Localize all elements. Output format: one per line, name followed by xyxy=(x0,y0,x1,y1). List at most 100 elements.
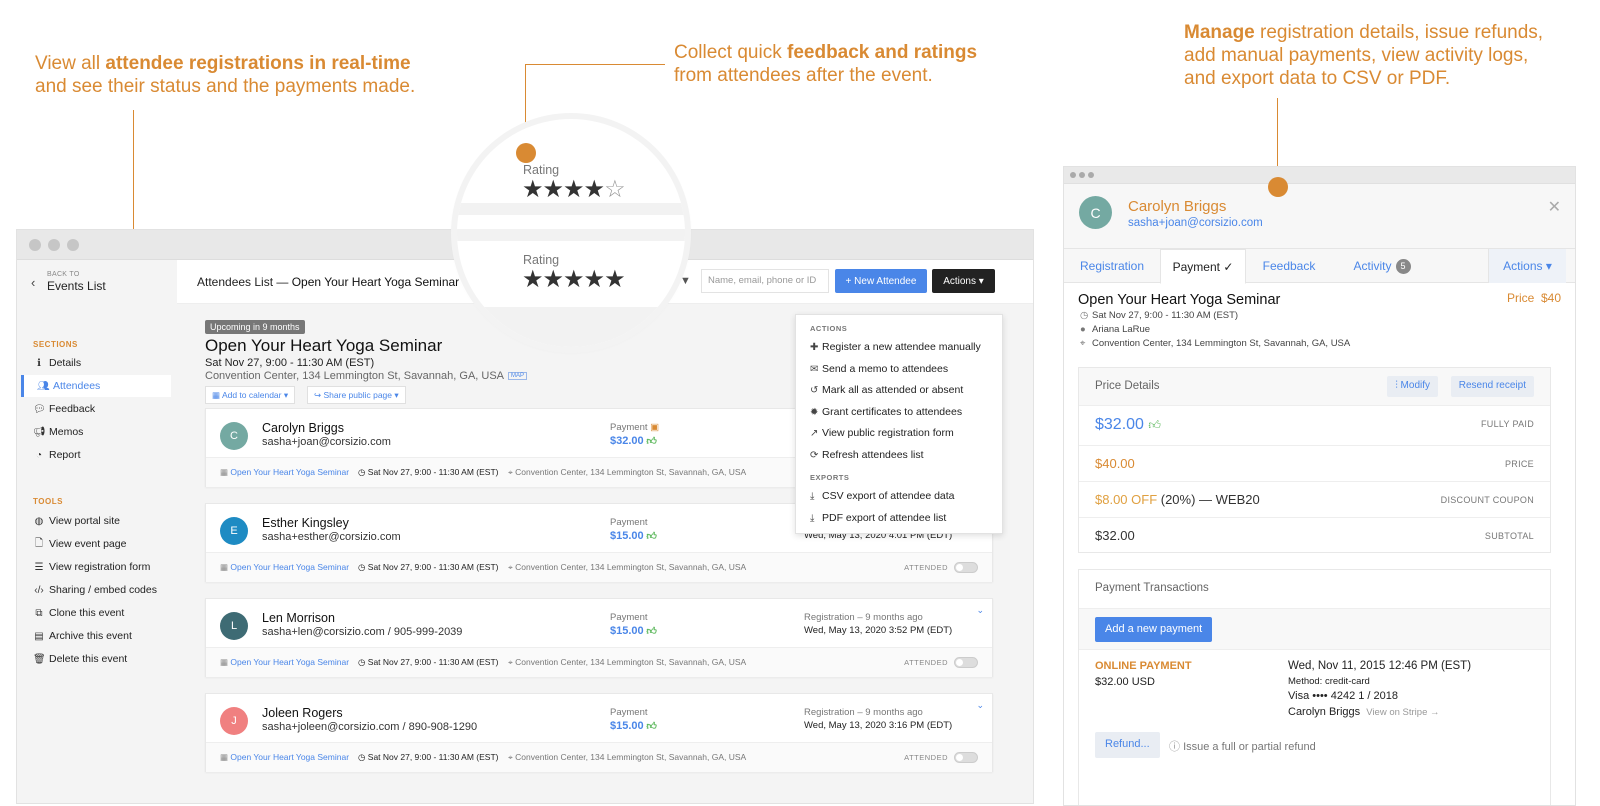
sidebar-item-attendees[interactable]: 👥︎ Attendees xyxy=(21,375,171,397)
footer-event-link[interactable]: ▦ Open Your Heart Yoga Seminar xyxy=(220,752,349,763)
window-dot xyxy=(29,239,41,251)
card-footer: ▦ Open Your Heart Yoga Seminar ◷ Sat Nov … xyxy=(206,647,992,677)
sidebar-item-label: Memos xyxy=(49,426,84,438)
chevron-down-icon[interactable]: ⌄ xyxy=(976,605,984,616)
add-payment-button[interactable]: Add a new payment xyxy=(1095,617,1213,642)
dropdown-item[interactable]: ✚ Register a new attendee manually xyxy=(810,341,981,353)
calendar-icon: ▦ xyxy=(220,467,231,477)
sidebar-tool-item[interactable]: ☰ View registration form xyxy=(33,556,183,578)
sidebar-item-feedback[interactable]: 💬︎ Feedback xyxy=(33,398,183,420)
sidebar-item-details[interactable]: ℹ Details xyxy=(33,352,183,374)
attendee-card[interactable]: L Len Morrison sasha+len@corsizio.com / 90… xyxy=(205,598,993,677)
footer-event-link[interactable]: ▦ Open Your Heart Yoga Seminar xyxy=(220,562,349,573)
tab-feedback[interactable]: Feedback xyxy=(1246,249,1332,283)
calendar-icon: ▦ xyxy=(220,752,231,762)
dropdown-export-item[interactable]: ⤓ CSV export of attendee data xyxy=(810,490,955,502)
sidebar-item-label: Details xyxy=(49,357,82,369)
attended-toggle[interactable] xyxy=(954,562,978,573)
back-label-small: BACK TO xyxy=(47,271,80,278)
tab-registration[interactable]: Registration xyxy=(1064,249,1160,283)
dropdown-item[interactable]: ↺ Mark all as attended or absent xyxy=(810,384,963,396)
star-filled-icon: ★ xyxy=(542,176,564,203)
payment-label: Payment xyxy=(610,707,648,718)
view-on-stripe-link[interactable]: View on Stripe → xyxy=(1366,707,1439,718)
refund-button[interactable]: Refund... xyxy=(1095,732,1160,758)
resend-receipt-button[interactable]: Resend receipt xyxy=(1450,376,1534,397)
dropdown-actions-heading: ACTIONS xyxy=(810,324,848,333)
attended-toggle[interactable] xyxy=(954,657,978,668)
detail-actions-button[interactable]: Actions ▾ xyxy=(1488,249,1566,283)
dropdown-item[interactable]: ⟳ Refresh attendees list xyxy=(810,449,924,461)
star-filled-icon: ★ xyxy=(522,266,543,293)
transaction-method: Method: credit-card xyxy=(1288,676,1370,687)
avatar: J xyxy=(220,707,248,735)
detail-tabs: Registration Payment ✓ Feedback Activity… xyxy=(1064,249,1575,284)
cash-icon: ▣ xyxy=(647,422,660,433)
search-input[interactable]: Name, email, phone or ID xyxy=(701,269,829,293)
chevron-down-icon[interactable]: ⌄ xyxy=(976,700,984,711)
avatar: E xyxy=(220,517,248,545)
dropdown-item[interactable]: ✉ Send a memo to attendees xyxy=(810,363,948,375)
callout-dot xyxy=(516,143,536,163)
price-row-value: $40.00 xyxy=(1095,456,1135,471)
callout-feedback: Collect quick feedback and ratings from … xyxy=(674,42,978,86)
tools-heading: TOOLS xyxy=(33,497,63,506)
tab-payment[interactable]: Payment ✓ xyxy=(1160,249,1246,284)
star-empty-icon: ☆ xyxy=(604,176,625,203)
map-marker-icon: ⌖ xyxy=(1080,338,1086,349)
footer-date: ◷ Sat Nov 27, 9:00 - 11:30 AM (EST) xyxy=(358,657,499,667)
rating-stars: ★★★★☆ xyxy=(522,175,626,204)
event-title: Open Your Heart Yoga Seminar xyxy=(205,336,443,355)
add-to-calendar-button[interactable]: ▦ Add to calendar ▾ xyxy=(205,386,296,404)
rating-magnifier: Rating ★★★★☆ Rating ★★★★★ xyxy=(457,119,685,347)
detail-event-host: ● Ariana LaRue xyxy=(1080,324,1151,335)
filter-icon[interactable]: ▼ xyxy=(680,275,691,287)
sidebar-tool-item[interactable]: 🗋 View event page xyxy=(33,533,183,555)
info-icon: ℹ xyxy=(37,357,41,369)
attendee-name[interactable]: Carolyn Briggs xyxy=(262,421,344,435)
map-link[interactable]: MAP xyxy=(508,372,528,381)
sidebar-tool-item[interactable]: ▤ Archive this event xyxy=(33,625,183,647)
footer-event-link[interactable]: ▦ Open Your Heart Yoga Seminar xyxy=(220,657,349,668)
sections-heading: SECTIONS xyxy=(33,340,78,349)
attended-label: ATTENDED xyxy=(904,563,948,572)
dropdown-export-item[interactable]: ⤓ PDF export of attendee list xyxy=(810,512,946,524)
attendee-email[interactable]: sasha+joan@corsizio.com xyxy=(1128,217,1263,229)
share-public-page-button[interactable]: ↪ Share public page ▾ xyxy=(307,386,406,404)
sidebar-item-memos[interactable]: 📢︎ Memos xyxy=(33,421,183,443)
attendee-name[interactable]: Joleen Rogers xyxy=(262,706,343,720)
price-row: $32.00 SUBTOTAL xyxy=(1079,518,1550,554)
detail-event-date: ◷ Sat Nov 27, 9:00 - 11:30 AM (EST) xyxy=(1080,310,1239,321)
attended-toggle[interactable] xyxy=(954,752,978,763)
callout-line xyxy=(525,64,665,65)
sidebar-item-report[interactable]: ◔ Report xyxy=(33,444,183,466)
clock-icon: ◷ xyxy=(1080,310,1089,321)
callout-attendees: View all attendee registrations in real-… xyxy=(35,53,416,97)
price-row: $40.00 PRICE xyxy=(1079,446,1550,482)
sidebar-item-label: View event page xyxy=(49,538,127,550)
sidebar-tool-item[interactable]: ⧉ Clone this event xyxy=(33,602,183,624)
attendee-contact: sasha+joan@corsizio.com xyxy=(262,436,391,448)
modify-button[interactable]: ⫶ Modify xyxy=(1387,376,1438,397)
attendee-name[interactable]: Len Morrison xyxy=(262,611,335,625)
panel-title: Payment Transactions xyxy=(1095,582,1209,594)
new-attendee-button[interactable]: + New Attendee xyxy=(835,269,927,293)
attendee-card[interactable]: J Joleen Rogers sasha+joleen@corsizio.com … xyxy=(205,693,993,772)
sidebar-tool-item[interactable]: ◍ View portal site xyxy=(33,510,183,532)
sidebar-tool-item[interactable]: 🗑︎ Delete this event xyxy=(33,648,183,670)
clock-icon: ◷ xyxy=(358,657,368,667)
dropdown-item[interactable]: ↗ View public registration form xyxy=(810,427,954,439)
add-payment-row: Add a new payment xyxy=(1079,608,1550,650)
close-icon[interactable]: ✕ xyxy=(1548,197,1561,217)
tab-activity[interactable]: Activity 5 xyxy=(1332,249,1432,283)
sidebar-tool-item[interactable]: ‹/› Sharing / embed codes xyxy=(33,579,183,601)
detail-event-title: Open Your Heart Yoga Seminar xyxy=(1078,292,1281,308)
clone-icon: ⧉ xyxy=(35,607,43,619)
thumbs-up-icon: 👍︎ xyxy=(643,436,657,447)
user-icon: ● xyxy=(1080,324,1086,335)
actions-button[interactable]: Actions ▾ xyxy=(932,269,995,293)
attendee-contact: sasha+len@corsizio.com / 905-999-2039 xyxy=(262,626,463,638)
footer-event-link[interactable]: ▦ Open Your Heart Yoga Seminar xyxy=(220,467,349,478)
attendee-name[interactable]: Esther Kingsley xyxy=(262,516,349,530)
dropdown-item[interactable]: ✹ Grant certificates to attendees xyxy=(810,406,962,418)
